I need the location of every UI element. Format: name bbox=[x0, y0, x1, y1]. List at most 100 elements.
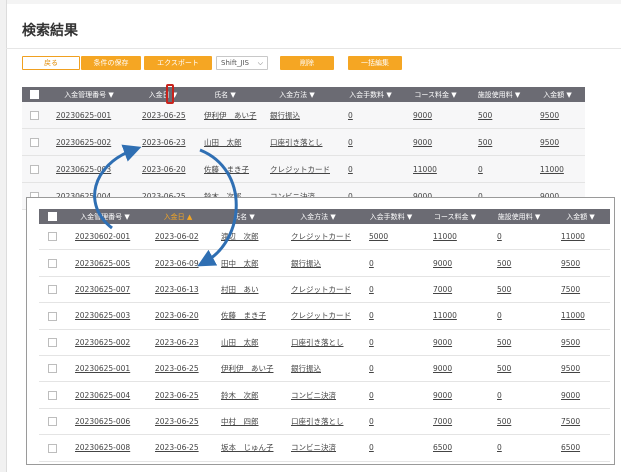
table-cell[interactable]: 佐藤 まき子 bbox=[211, 302, 277, 330]
table-cell[interactable]: 山田 太郎 bbox=[211, 329, 277, 356]
column-header[interactable]: 入会手数料 ▼ bbox=[338, 87, 403, 102]
table-cell[interactable]: 7000 bbox=[423, 276, 487, 304]
table-row[interactable]: 20230625-004 2023-06-25 鈴木 次郎 コンビニ決済 0 9000 0 9… bbox=[39, 381, 610, 409]
table-cell[interactable]: 11000 bbox=[403, 155, 468, 183]
table-cell[interactable]: 銀行振込 bbox=[277, 249, 359, 277]
table-cell[interactable]: 500 bbox=[487, 355, 551, 383]
table-cell[interactable]: 0 bbox=[359, 329, 423, 356]
column-header[interactable]: 入金管理番号 ▼ bbox=[65, 209, 145, 224]
table-cell[interactable]: 7500 bbox=[551, 408, 610, 436]
table-cell[interactable]: 20230625-003 bbox=[65, 302, 145, 330]
table-cell[interactable]: クレジットカード bbox=[277, 302, 359, 330]
table-cell[interactable]: 2023-06-13 bbox=[145, 276, 211, 304]
row-checkbox[interactable] bbox=[39, 434, 65, 462]
table-cell[interactable]: 11000 bbox=[530, 155, 585, 183]
table-cell[interactable]: 0 bbox=[359, 249, 423, 277]
table-cell[interactable]: 銀行振込 bbox=[277, 355, 359, 383]
table-cell[interactable]: 2023-06-25 bbox=[145, 381, 211, 409]
table-cell[interactable]: 9500 bbox=[551, 355, 610, 383]
table-cell[interactable]: 7500 bbox=[551, 276, 610, 304]
table-cell[interactable]: 5000 bbox=[359, 224, 423, 251]
bulk-edit-button[interactable]: 一括編集 bbox=[348, 56, 402, 70]
table-cell[interactable]: 20230625-002 bbox=[65, 329, 145, 356]
row-checkbox[interactable] bbox=[39, 355, 65, 383]
column-header[interactable]: 氏名 ▼ bbox=[211, 209, 277, 224]
table-cell[interactable]: 9500 bbox=[551, 329, 610, 356]
row-checkbox[interactable] bbox=[39, 224, 65, 251]
table-cell[interactable]: 20230625-007 bbox=[65, 276, 145, 304]
table-cell[interactable]: 11000 bbox=[423, 302, 487, 330]
table-cell[interactable]: 0 bbox=[338, 128, 403, 156]
table-cell[interactable]: 20230625-004 bbox=[65, 381, 145, 409]
column-header[interactable]: コース料金 ▼ bbox=[403, 87, 468, 102]
row-checkbox[interactable] bbox=[39, 329, 65, 356]
table-cell[interactable]: 20230625-001 bbox=[46, 102, 132, 129]
table-cell[interactable]: 2023-06-09 bbox=[145, 249, 211, 277]
table-cell[interactable]: 0 bbox=[359, 381, 423, 409]
table-cell[interactable]: 500 bbox=[487, 408, 551, 436]
table-row[interactable]: 20230625-002 2023-06-23 山田 太郎 口座引き落とし 0 9000 5… bbox=[39, 329, 610, 356]
table-cell[interactable]: 0 bbox=[359, 276, 423, 304]
column-header[interactable]: 入金管理番号 ▼ bbox=[46, 87, 132, 102]
table-row[interactable]: 20230625-001 2023-06-25 伊利伊 あい子 銀行振込 0 9000 50… bbox=[39, 355, 610, 383]
table-cell[interactable]: 0 bbox=[487, 381, 551, 409]
table-row[interactable]: 20230625-008 2023-06-25 坂本 じゅん子 コンビニ決済 0 6500… bbox=[39, 434, 610, 462]
row-checkbox[interactable] bbox=[22, 155, 46, 183]
column-header[interactable]: 入金額 ▼ bbox=[551, 209, 610, 224]
table-cell[interactable]: 山田 太郎 bbox=[194, 128, 256, 156]
back-button[interactable]: 戻る bbox=[22, 56, 80, 70]
row-checkbox[interactable] bbox=[39, 249, 65, 277]
table-cell[interactable]: 2023-06-20 bbox=[145, 302, 211, 330]
table-cell[interactable]: 20230625-005 bbox=[65, 249, 145, 277]
table-cell[interactable]: 中村 四郎 bbox=[211, 408, 277, 436]
table-cell[interactable]: 0 bbox=[359, 434, 423, 462]
table-cell[interactable]: 銀行振込 bbox=[256, 102, 338, 129]
table-cell[interactable]: 2023-06-25 bbox=[145, 408, 211, 436]
table-cell[interactable]: 500 bbox=[487, 329, 551, 356]
table-cell[interactable]: 11000 bbox=[551, 302, 610, 330]
row-checkbox[interactable] bbox=[22, 102, 46, 129]
table-row[interactable]: 20230602-001 2023-06-02 渡辺 次郎 クレジットカード 5000 1… bbox=[39, 224, 610, 251]
table-cell[interactable]: 9500 bbox=[530, 102, 585, 129]
table-cell[interactable]: 500 bbox=[468, 102, 530, 129]
table-cell[interactable]: クレジットカード bbox=[256, 155, 338, 183]
table-cell[interactable]: 0 bbox=[359, 355, 423, 383]
column-header[interactable]: 入金方法 ▼ bbox=[256, 87, 338, 102]
table-cell[interactable]: 20230625-006 bbox=[65, 408, 145, 436]
column-header-payment-date[interactable]: 入金日 ▼ bbox=[132, 87, 194, 102]
column-header[interactable]: 施設使用料 ▼ bbox=[468, 87, 530, 102]
table-cell[interactable]: 口座引き落とし bbox=[277, 408, 359, 436]
table-cell[interactable]: 9000 bbox=[403, 128, 468, 156]
table-cell[interactable]: 伊利伊 あい子 bbox=[194, 102, 257, 129]
table-cell[interactable]: コンビニ決済 bbox=[277, 434, 359, 462]
table-cell[interactable]: 0 bbox=[487, 434, 551, 462]
table-cell[interactable]: 2023-06-23 bbox=[132, 128, 194, 156]
table-cell[interactable]: 500 bbox=[487, 249, 551, 277]
table-cell[interactable]: 伊利伊 あい子 bbox=[211, 355, 277, 383]
table-cell[interactable]: 500 bbox=[487, 276, 551, 304]
table-cell[interactable]: 20230625-003 bbox=[46, 155, 132, 183]
table-cell[interactable]: 0 bbox=[487, 224, 551, 251]
row-checkbox[interactable] bbox=[22, 128, 46, 156]
table-cell[interactable]: 0 bbox=[487, 302, 551, 330]
table-row[interactable]: 20230625-001 2023-06-25 伊利伊 あい子 銀行振込 0 9000 50… bbox=[22, 102, 585, 129]
table-cell[interactable]: 6500 bbox=[551, 434, 610, 462]
table-cell[interactable]: クレジットカード bbox=[277, 276, 359, 304]
row-checkbox[interactable] bbox=[39, 408, 65, 436]
select-all-checkbox[interactable] bbox=[22, 87, 46, 102]
table-cell[interactable]: 2023-06-02 bbox=[145, 224, 211, 251]
table-cell[interactable]: 2023-06-25 bbox=[132, 102, 194, 129]
table-cell[interactable]: 村田 あい bbox=[211, 276, 277, 304]
table-cell[interactable]: 渡辺 次郎 bbox=[211, 224, 277, 251]
table-cell[interactable]: コンビニ決済 bbox=[277, 381, 359, 409]
table-cell[interactable]: 9000 bbox=[551, 381, 610, 409]
table-row[interactable]: 20230625-002 2023-06-23 山田 太郎 口座引き落とし 0 9000 5… bbox=[22, 128, 585, 156]
column-header[interactable]: 施設使用料 ▼ bbox=[487, 209, 551, 224]
table-cell[interactable]: 9000 bbox=[423, 329, 487, 356]
table-cell[interactable]: 0 bbox=[338, 155, 403, 183]
column-header[interactable]: 入会手数料 ▼ bbox=[359, 209, 423, 224]
table-cell[interactable]: 2023-06-25 bbox=[145, 434, 211, 462]
save-conditions-button[interactable]: 条件の保存 bbox=[81, 56, 141, 70]
table-cell[interactable]: 2023-06-23 bbox=[145, 329, 211, 356]
table-cell[interactable]: 6500 bbox=[423, 434, 487, 462]
